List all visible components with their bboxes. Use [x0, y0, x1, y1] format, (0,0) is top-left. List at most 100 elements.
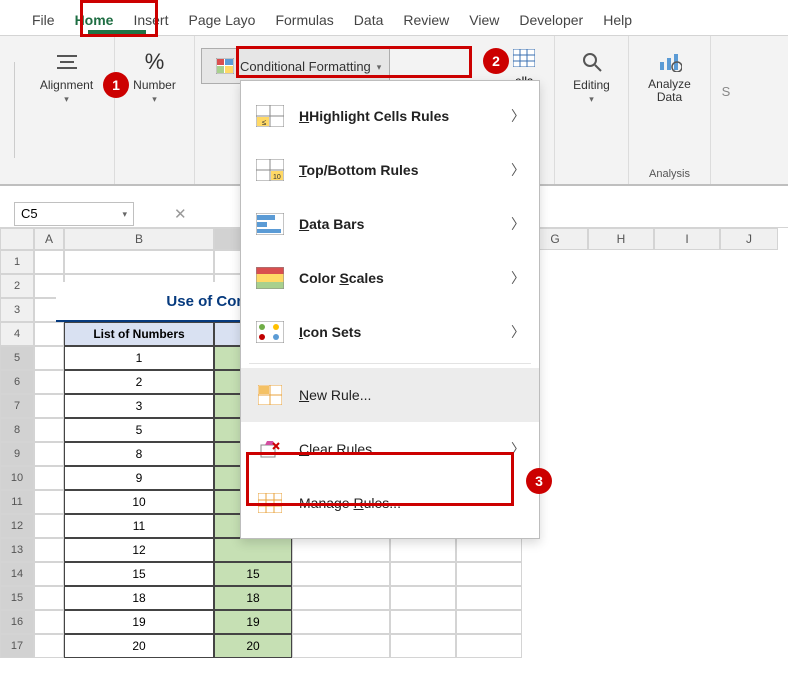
cell[interactable] [390, 610, 456, 634]
table-cell[interactable]: 18 [214, 586, 292, 610]
row-header[interactable]: 16 [0, 610, 34, 634]
col-H[interactable]: H [588, 228, 654, 250]
table-cell[interactable]: 18 [64, 586, 214, 610]
cell[interactable] [34, 250, 64, 274]
cell[interactable] [390, 538, 456, 562]
tab-page-layout[interactable]: Page Layo [178, 4, 265, 35]
menu-data-bars[interactable]: Data Bars 〉 [241, 197, 539, 251]
row-header[interactable]: 6 [0, 370, 34, 394]
cell[interactable] [34, 538, 64, 562]
editing-button[interactable]: Editing ▾ [559, 44, 625, 105]
row-header[interactable]: 8 [0, 418, 34, 442]
row-header[interactable]: 9 [0, 442, 34, 466]
tab-file[interactable]: File [22, 4, 65, 35]
row-header[interactable]: 1 [0, 250, 34, 274]
cell[interactable] [292, 610, 390, 634]
select-all-corner[interactable] [0, 228, 34, 250]
col-B[interactable]: B [64, 228, 214, 250]
table-cell[interactable]: 3 [64, 394, 214, 418]
cell[interactable] [34, 394, 64, 418]
table-cell[interactable]: 19 [214, 610, 292, 634]
table-cell[interactable]: 2 [64, 370, 214, 394]
row-header[interactable]: 17 [0, 634, 34, 658]
table-cell[interactable]: 15 [214, 562, 292, 586]
row-header[interactable]: 11 [0, 490, 34, 514]
table-cell[interactable]: 10 [64, 490, 214, 514]
cell[interactable] [34, 370, 64, 394]
tab-formulas[interactable]: Formulas [265, 4, 343, 35]
table-cell[interactable]: 1 [64, 346, 214, 370]
cell[interactable] [34, 346, 64, 370]
menu-top-bottom-rules[interactable]: 10 Top/Bottom Rules 〉 [241, 143, 539, 197]
cell[interactable] [34, 490, 64, 514]
row-header[interactable]: 2 [0, 274, 34, 298]
grid-row: 17 2020 [0, 634, 788, 658]
row-header[interactable]: 7 [0, 394, 34, 418]
table-cell[interactable]: 15 [64, 562, 214, 586]
menu-new-rule[interactable]: New Rule... [241, 368, 539, 422]
row-header[interactable]: 5 [0, 346, 34, 370]
cell[interactable] [64, 250, 214, 274]
cancel-icon[interactable]: ✕ [174, 205, 187, 223]
cell[interactable] [34, 466, 64, 490]
cell[interactable] [292, 634, 390, 658]
cell[interactable] [456, 634, 522, 658]
tab-developer[interactable]: Developer [509, 4, 593, 35]
table-cell[interactable]: 11 [64, 514, 214, 538]
number-button[interactable]: % Number ▾ [122, 44, 188, 105]
row-header[interactable]: 14 [0, 562, 34, 586]
menu-clear-rules[interactable]: Clear Rules 〉 [241, 422, 539, 476]
table-cell[interactable]: 9 [64, 466, 214, 490]
cell[interactable] [390, 634, 456, 658]
cell[interactable] [456, 610, 522, 634]
cell[interactable] [292, 538, 390, 562]
col-A[interactable]: A [34, 228, 64, 250]
row-header[interactable]: 3 [0, 298, 34, 322]
cell[interactable] [34, 442, 64, 466]
cell[interactable] [292, 562, 390, 586]
menu-color-scales[interactable]: Color Scales 〉 [241, 251, 539, 305]
cell[interactable] [390, 586, 456, 610]
table-cell[interactable]: 20 [214, 634, 292, 658]
name-box[interactable]: C5 ▾ [14, 202, 134, 226]
table-header[interactable]: List of Numbers [64, 322, 214, 346]
table-cell[interactable]: 12 [64, 538, 214, 562]
tab-data[interactable]: Data [344, 4, 394, 35]
menu-separator [249, 363, 531, 364]
table-cell[interactable]: 8 [64, 442, 214, 466]
col-I[interactable]: I [654, 228, 720, 250]
table-cell[interactable]: 20 [64, 634, 214, 658]
row-header[interactable]: 4 [0, 322, 34, 346]
tab-view[interactable]: View [459, 4, 509, 35]
menu-icon-sets[interactable]: Icon Sets 〉 [241, 305, 539, 359]
table-cell[interactable] [214, 538, 292, 562]
cell[interactable] [456, 562, 522, 586]
menu-label: Icon Sets [299, 324, 361, 340]
row-header[interactable]: 12 [0, 514, 34, 538]
cell[interactable] [456, 538, 522, 562]
menu-manage-rules[interactable]: Manage Rules... [241, 476, 539, 530]
cell[interactable] [34, 322, 64, 346]
cell[interactable] [456, 586, 522, 610]
menu-highlight-cells-rules[interactable]: ≤ HHighlight Cells Rules 〉 [241, 89, 539, 143]
cell[interactable] [390, 562, 456, 586]
row-header[interactable]: 10 [0, 466, 34, 490]
cell[interactable] [34, 586, 64, 610]
cell[interactable] [34, 514, 64, 538]
table-cell[interactable]: 5 [64, 418, 214, 442]
table-cell[interactable]: 19 [64, 610, 214, 634]
menu-label: Data Bars [299, 216, 364, 232]
cell[interactable] [34, 562, 64, 586]
row-header[interactable]: 15 [0, 586, 34, 610]
alignment-button[interactable]: Alignment ▾ [34, 44, 100, 105]
tab-help[interactable]: Help [593, 4, 642, 35]
col-J[interactable]: J [720, 228, 778, 250]
cell[interactable] [292, 586, 390, 610]
conditional-formatting-button[interactable]: Conditional Formatting ▾ [201, 48, 390, 84]
cell[interactable] [34, 418, 64, 442]
tab-review[interactable]: Review [393, 4, 459, 35]
cell[interactable] [34, 610, 64, 634]
row-header[interactable]: 13 [0, 538, 34, 562]
analyze-data-button[interactable]: Analyze Data [637, 44, 703, 104]
cell[interactable] [34, 634, 64, 658]
